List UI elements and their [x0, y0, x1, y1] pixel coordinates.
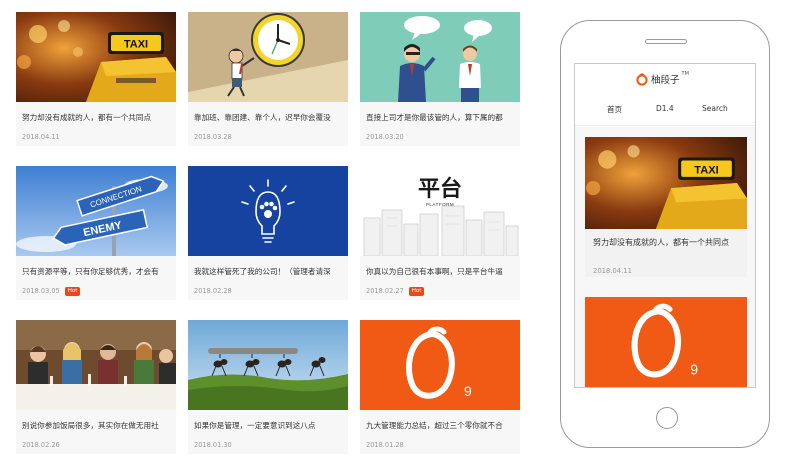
- brand-logo-number: 9: [464, 383, 472, 399]
- article-title[interactable]: 我就这样管死了我的公司！（管理者请深: [194, 266, 344, 277]
- mobile-nav: 首页 D1.4 Search: [575, 104, 755, 120]
- mobile-article-date: 2018.04.11: [593, 267, 632, 275]
- site-logo[interactable]: 柚段子 TM: [635, 71, 689, 86]
- article-title[interactable]: 九大管理能力总结，超过三个零你就不合: [366, 420, 516, 431]
- platform-thumbnail: 平台 PLATFORM: [360, 166, 520, 256]
- article-title[interactable]: 别说你参加饭局很多，其实你在做无用社: [22, 420, 172, 431]
- mobile-article-card[interactable]: 9: [585, 297, 747, 387]
- article-card[interactable]: 平台 PLATFORM 你真以为自己很有本事啊，只是平台牛逼 2018.02.2…: [360, 166, 520, 300]
- road-sign-thumbnail: CONNECTION ENEMY: [16, 166, 176, 256]
- mobile-feed: TAXI 努力却没有成就的人，都有一个共同点 2018.04.11 9: [575, 127, 755, 387]
- phone-earpiece: [645, 39, 687, 44]
- article-title[interactable]: 靠加班、靠团建、靠个人，迟早你会覆没: [194, 112, 344, 123]
- nav-item-d14[interactable]: D1.4: [656, 104, 674, 113]
- article-title[interactable]: 如果你是管理，一定要意识到这八点: [194, 420, 344, 431]
- platform-en-text: PLATFORM: [426, 202, 454, 207]
- nav-item-home[interactable]: 首页: [607, 104, 622, 115]
- showcase: TAXI 努力却没有成就的人，都有一个共同点 2018.04.11 靠加班、靠团…: [0, 0, 800, 468]
- trademark-mark: TM: [681, 71, 689, 77]
- brand-logo-thumbnail: 9: [360, 320, 520, 410]
- businessmen-thumbnail: [360, 12, 520, 102]
- article-date: 2018.04.11: [22, 133, 60, 141]
- article-title[interactable]: 你真以为自己很有本事啊，只是平台牛逼: [366, 266, 516, 277]
- article-card[interactable]: CONNECTION ENEMY 只有资源平等，只有你足够优秀，才会有 2018…: [16, 166, 176, 300]
- clock-thumbnail: [188, 12, 348, 102]
- article-card[interactable]: 靠加班、靠团建、靠个人，迟早你会覆没 2018.03.28: [188, 12, 348, 146]
- article-card[interactable]: 如果你是管理，一定要意识到这八点 2018.01.30: [188, 320, 348, 454]
- mobile-article-card[interactable]: TAXI 努力却没有成就的人，都有一个共同点 2018.04.11: [585, 137, 747, 277]
- article-date: 2018.02.26: [22, 441, 60, 449]
- phone-home-button[interactable]: [656, 407, 678, 429]
- platform-cn-text: 平台: [418, 176, 462, 202]
- dinner-party-thumbnail: [16, 320, 176, 410]
- article-date: 2018.02.27: [366, 287, 404, 295]
- hot-badge: Hot: [64, 286, 81, 296]
- hot-badge: Hot: [408, 286, 425, 296]
- article-card[interactable]: 我就这样管死了我的公司！（管理者请深 2018.02.28: [188, 166, 348, 300]
- article-card[interactable]: 别说你参加饭局很多，其实你在做无用社 2018.02.26: [16, 320, 176, 454]
- article-date: 2018.01.30: [194, 441, 232, 449]
- article-date: 2018.01.28: [366, 441, 404, 449]
- article-date: 2018.03.05: [22, 287, 60, 295]
- ants-thumbnail: [188, 320, 348, 410]
- article-date: 2018.03.28: [194, 133, 232, 141]
- article-title[interactable]: 直接上司才是你最该管的人，算下属的都: [366, 112, 516, 123]
- article-date: 2018.03.20: [366, 133, 404, 141]
- brand-logo-number: 9: [690, 363, 698, 379]
- article-card[interactable]: 9 九大管理能力总结，超过三个零你就不合 2018.01.28: [360, 320, 520, 454]
- article-title[interactable]: 只有资源平等，只有你足够优秀，才会有: [22, 266, 172, 277]
- taxi-thumbnail: TAXI: [585, 137, 747, 229]
- taxi-thumbnail: TAXI: [16, 12, 176, 102]
- article-card[interactable]: 直接上司才是你最该管的人，算下属的都 2018.03.20: [360, 12, 520, 146]
- taxi-sign-text: TAXI: [124, 39, 148, 51]
- article-date: 2018.02.28: [194, 287, 232, 295]
- mobile-article-title[interactable]: 努力却没有成就的人，都有一个共同点: [593, 236, 743, 249]
- nav-item-search[interactable]: Search: [702, 104, 728, 113]
- phone-screen: 柚段子 TM 首页 D1.4 Search TAXI 努力却没有成就的人，都有一…: [574, 63, 756, 388]
- mobile-header: 柚段子 TM 首页 D1.4 Search: [575, 64, 755, 126]
- taxi-sign-text: TAXI: [694, 164, 719, 176]
- lightbulb-thumbnail: [188, 166, 348, 256]
- article-title[interactable]: 努力却没有成就的人，都有一个共同点: [22, 112, 172, 123]
- brand-logo-thumbnail: 9: [585, 297, 747, 387]
- site-logo-text: 柚段子: [651, 75, 680, 86]
- orange-logo-icon: [636, 73, 648, 86]
- article-card[interactable]: TAXI 努力却没有成就的人，都有一个共同点 2018.04.11: [16, 12, 176, 146]
